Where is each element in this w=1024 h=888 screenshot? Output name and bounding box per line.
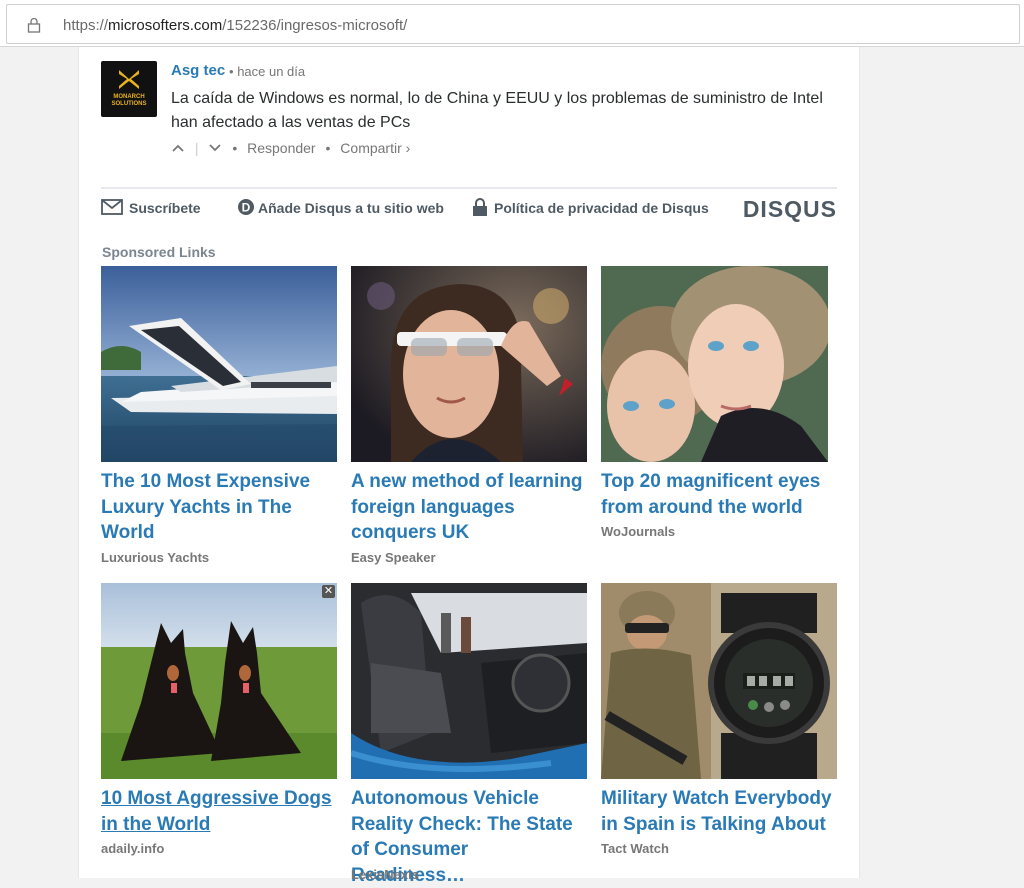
yacht-image[interactable] (101, 266, 337, 462)
card-source[interactable]: Luxurious Yachts (101, 550, 209, 565)
card-title[interactable]: 10 Most Aggressive Dogs in the World (101, 786, 337, 837)
disqus-d-icon: D (238, 199, 254, 216)
card-source[interactable]: Tact Watch (601, 841, 669, 856)
meta-separator: • (229, 64, 234, 79)
lock-icon (473, 198, 487, 217)
divider (101, 187, 837, 189)
card-title[interactable]: Top 20 magnificent eyes from around the … (601, 469, 837, 520)
card-source[interactable]: adaily.info (101, 841, 164, 856)
monarch-logo-icon (119, 70, 139, 89)
comment-time[interactable]: hace un día (237, 64, 305, 79)
card-title[interactable]: The 10 Most Expensive Luxury Yachts in T… (101, 469, 337, 546)
add-disqus-link[interactable]: D Añade Disqus a tu sitio web (237, 199, 444, 218)
card-source[interactable]: LexisNexis (351, 867, 419, 882)
privacy-link[interactable]: Política de privacidad de Disqus (472, 198, 709, 218)
browser-address-bar: https://microsofters.com/152236/ingresos… (0, 0, 1024, 47)
card-source[interactable]: Easy Speaker (351, 550, 436, 565)
doberman-dogs-image[interactable]: ✕ (101, 583, 337, 779)
avatar[interactable]: MONARCH SOLUTIONS (101, 61, 157, 117)
card-title[interactable]: A new method of learning foreign languag… (351, 469, 587, 546)
reply-link[interactable]: Responder (247, 140, 316, 156)
svg-text:D: D (242, 201, 251, 215)
comment-author[interactable]: Asg tec (171, 62, 225, 79)
page-content: MONARCH SOLUTIONS Asg tec • hace un día … (78, 47, 860, 886)
car-interior-image[interactable] (351, 583, 587, 779)
avatar-brand-text: MONARCH SOLUTIONS (111, 94, 147, 107)
envelope-icon (101, 199, 123, 216)
lock-icon (27, 17, 41, 33)
card-title[interactable]: Military Watch Everybody in Spain is Tal… (601, 786, 837, 837)
disqus-logo[interactable]: DISQUS (743, 196, 837, 223)
share-link[interactable]: Compartir › (340, 140, 410, 156)
card-source[interactable]: WoJournals (601, 524, 675, 539)
chevron-up-icon[interactable] (171, 140, 185, 156)
url-text: https://microsofters.com/152236/ingresos… (63, 17, 408, 34)
two-children-image[interactable] (601, 266, 828, 462)
comment-actions: | • Responder • Compartir › (171, 139, 410, 157)
comment-text: La caída de Windows es normal, lo de Chi… (171, 90, 823, 131)
disqus-footer: Suscríbete D Añade Disqus a tu sitio web … (101, 196, 837, 223)
close-icon[interactable]: ✕ (322, 585, 335, 598)
soldier-watch-image[interactable] (601, 583, 837, 779)
comment-meta: • hace un día (229, 64, 305, 79)
chevron-down-icon[interactable] (208, 140, 222, 156)
woman-smart-glasses-image[interactable] (351, 266, 587, 462)
sponsored-heading: Sponsored Links (102, 244, 216, 260)
subscribe-link[interactable]: Suscríbete (101, 199, 201, 217)
url-field[interactable]: https://microsofters.com/152236/ingresos… (6, 4, 1020, 44)
